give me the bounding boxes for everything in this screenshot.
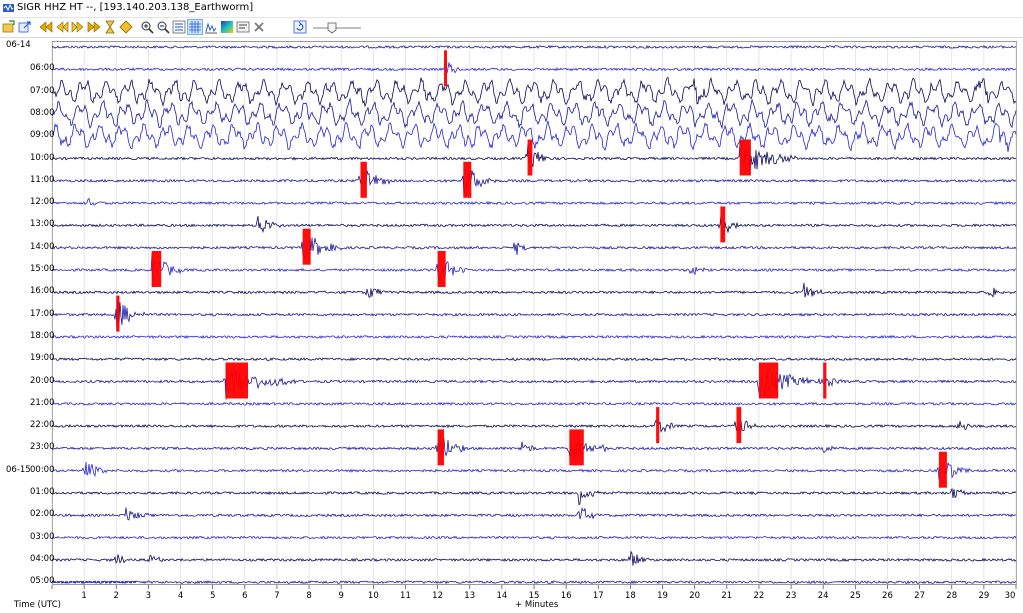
event-pick-marker[interactable] bbox=[151, 251, 162, 287]
x-tick-label: 21 bbox=[721, 591, 733, 601]
x-tick-label: 30 bbox=[1004, 591, 1016, 601]
x-tick-label: 26 bbox=[882, 591, 893, 601]
x-tick-label: 3 bbox=[145, 591, 152, 601]
time-label: 11:00 bbox=[30, 174, 55, 185]
event-pick-marker[interactable] bbox=[736, 407, 742, 444]
event-pick-marker[interactable] bbox=[225, 362, 249, 399]
x-tick-label: 17 bbox=[592, 591, 604, 601]
date-label: 06-14 bbox=[6, 40, 31, 50]
x-tick-label: 14 bbox=[496, 591, 508, 601]
time-label: 22:00 bbox=[30, 420, 55, 431]
time-label: 10:00 bbox=[30, 152, 55, 163]
event-pick-marker[interactable] bbox=[823, 362, 827, 399]
x-tick-label: 22 bbox=[753, 591, 765, 601]
time-label: 06:00 bbox=[30, 63, 55, 74]
time-label: 07:00 bbox=[30, 85, 55, 96]
x-tick-label: 20 bbox=[689, 591, 701, 601]
time-label: 21:00 bbox=[30, 397, 55, 408]
time-label: 20:00 bbox=[30, 375, 55, 386]
date-label: 06-15 bbox=[6, 464, 31, 475]
event-pick-marker[interactable] bbox=[739, 139, 751, 176]
event-pick-marker[interactable] bbox=[938, 451, 947, 488]
x-tick-label: 29 bbox=[978, 591, 990, 601]
x-tick-label: 27 bbox=[914, 591, 926, 601]
event-pick-marker[interactable] bbox=[656, 407, 660, 444]
helicorder-traces bbox=[51, 42, 1017, 589]
time-label: 19:00 bbox=[30, 353, 55, 364]
event-pick-marker[interactable] bbox=[463, 161, 472, 198]
time-label: 05:00 bbox=[30, 576, 55, 587]
event-pick-marker[interactable] bbox=[302, 228, 311, 265]
x-tick-label: 12 bbox=[432, 591, 444, 601]
x-tick-label: 28 bbox=[946, 591, 958, 601]
x-tick-label: 5 bbox=[209, 591, 216, 601]
x-tick-label: 2 bbox=[113, 591, 119, 601]
event-pick-marker[interactable] bbox=[437, 251, 446, 287]
x-tick-label: 10 bbox=[367, 591, 379, 601]
time-label: 01:00 bbox=[30, 487, 55, 497]
time-label: 14:00 bbox=[30, 241, 55, 252]
event-pick-marker[interactable] bbox=[720, 206, 726, 243]
x-tick-label: 25 bbox=[849, 591, 861, 601]
time-label: 04:00 bbox=[30, 553, 55, 564]
time-label: 02:00 bbox=[30, 509, 55, 520]
time-label: 16:00 bbox=[30, 286, 55, 297]
event-pick-marker[interactable] bbox=[437, 429, 445, 466]
time-label: 12:00 bbox=[30, 197, 55, 208]
x-tick-label: 16 bbox=[560, 591, 572, 601]
x-tick-label: 23 bbox=[785, 591, 797, 601]
event-pick-marker[interactable] bbox=[360, 161, 367, 198]
time-label: 08:00 bbox=[30, 107, 55, 118]
event-pick-marker[interactable] bbox=[116, 295, 120, 332]
event-pick-marker[interactable] bbox=[527, 139, 533, 176]
x-tick-label: 7 bbox=[274, 591, 280, 601]
event-pick-marker[interactable] bbox=[758, 362, 779, 399]
time-label: 15:00 bbox=[30, 264, 55, 274]
time-label: 13:00 bbox=[30, 219, 55, 230]
minutes-axis-label: + Minutes bbox=[515, 600, 559, 610]
time-label: 09:00 bbox=[30, 130, 55, 141]
x-tick-label: 19 bbox=[657, 591, 668, 601]
x-tick-label: 8 bbox=[306, 591, 312, 601]
time-label: 03:00 bbox=[30, 531, 55, 542]
time-label: 23:00 bbox=[30, 442, 55, 453]
x-tick-label: 18 bbox=[624, 591, 636, 601]
x-tick-label: 9 bbox=[338, 591, 344, 601]
event-pick-marker[interactable] bbox=[444, 50, 448, 87]
time-label: 00:00 bbox=[30, 464, 55, 475]
time-axis-label: Time (UTC) bbox=[14, 600, 61, 610]
x-tick-label: 1 bbox=[81, 591, 87, 601]
time-label: 18:00 bbox=[30, 330, 55, 341]
time-label: 17:00 bbox=[30, 308, 55, 319]
x-tick-label: 24 bbox=[817, 591, 829, 601]
x-tick-label: 13 bbox=[464, 591, 476, 601]
event-pick-marker[interactable] bbox=[569, 429, 584, 466]
x-tick-label: 4 bbox=[177, 591, 184, 601]
x-tick-label: 11 bbox=[400, 591, 411, 601]
x-tick-label: 6 bbox=[242, 591, 248, 601]
